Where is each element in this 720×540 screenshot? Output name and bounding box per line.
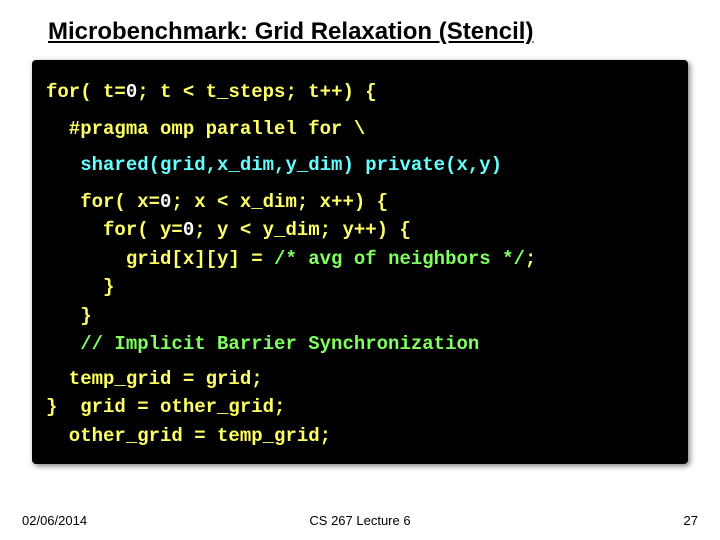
code-text: for( t= bbox=[46, 81, 126, 103]
code-line: shared(grid,x_dim,y_dim) private(x,y) bbox=[46, 151, 674, 180]
code-line: } bbox=[46, 273, 674, 302]
code-line: #pragma omp parallel for \ bbox=[46, 115, 674, 144]
code-text: } bbox=[46, 396, 57, 418]
code-text: for( x= bbox=[46, 191, 160, 213]
code-line: other_grid = temp_grid; bbox=[46, 422, 674, 451]
code-line: } bbox=[46, 302, 674, 331]
code-line: for( t=0; t < t_steps; t++) { bbox=[46, 78, 674, 107]
code-line: } grid = other_grid; bbox=[46, 393, 674, 422]
code-literal: 0 bbox=[126, 81, 137, 103]
code-text: ; bbox=[525, 248, 536, 270]
code-line: temp_grid = grid; bbox=[46, 365, 674, 394]
code-line: // Implicit Barrier Synchronization bbox=[46, 330, 674, 359]
code-line bbox=[46, 180, 674, 188]
code-literal: 0 bbox=[160, 191, 171, 213]
code-line: for( y=0; y < y_dim; y++) { bbox=[46, 216, 674, 245]
footer-center: CS 267 Lecture 6 bbox=[0, 513, 720, 528]
code-line: for( x=0; x < x_dim; x++) { bbox=[46, 188, 674, 217]
code-text: ; t < t_steps; t++) { bbox=[137, 81, 376, 103]
code-text: grid = other_grid; bbox=[57, 396, 285, 418]
code-line bbox=[46, 107, 674, 115]
footer-page-number: 27 bbox=[684, 513, 698, 528]
code-text: ; y < y_dim; y++) { bbox=[194, 219, 411, 241]
code-text: grid[x][y] = bbox=[46, 248, 274, 270]
code-text: ; x < x_dim; x++) { bbox=[171, 191, 388, 213]
code-line bbox=[46, 143, 674, 151]
code-literal: 0 bbox=[183, 219, 194, 241]
code-line: grid[x][y] = /* avg of neighbors */; bbox=[46, 245, 674, 274]
code-text: for( y= bbox=[46, 219, 183, 241]
code-comment: /* avg of neighbors */ bbox=[274, 248, 525, 270]
slide-title: Microbenchmark: Grid Relaxation (Stencil… bbox=[0, 0, 720, 52]
code-block: for( t=0; t < t_steps; t++) { #pragma om… bbox=[32, 60, 688, 464]
